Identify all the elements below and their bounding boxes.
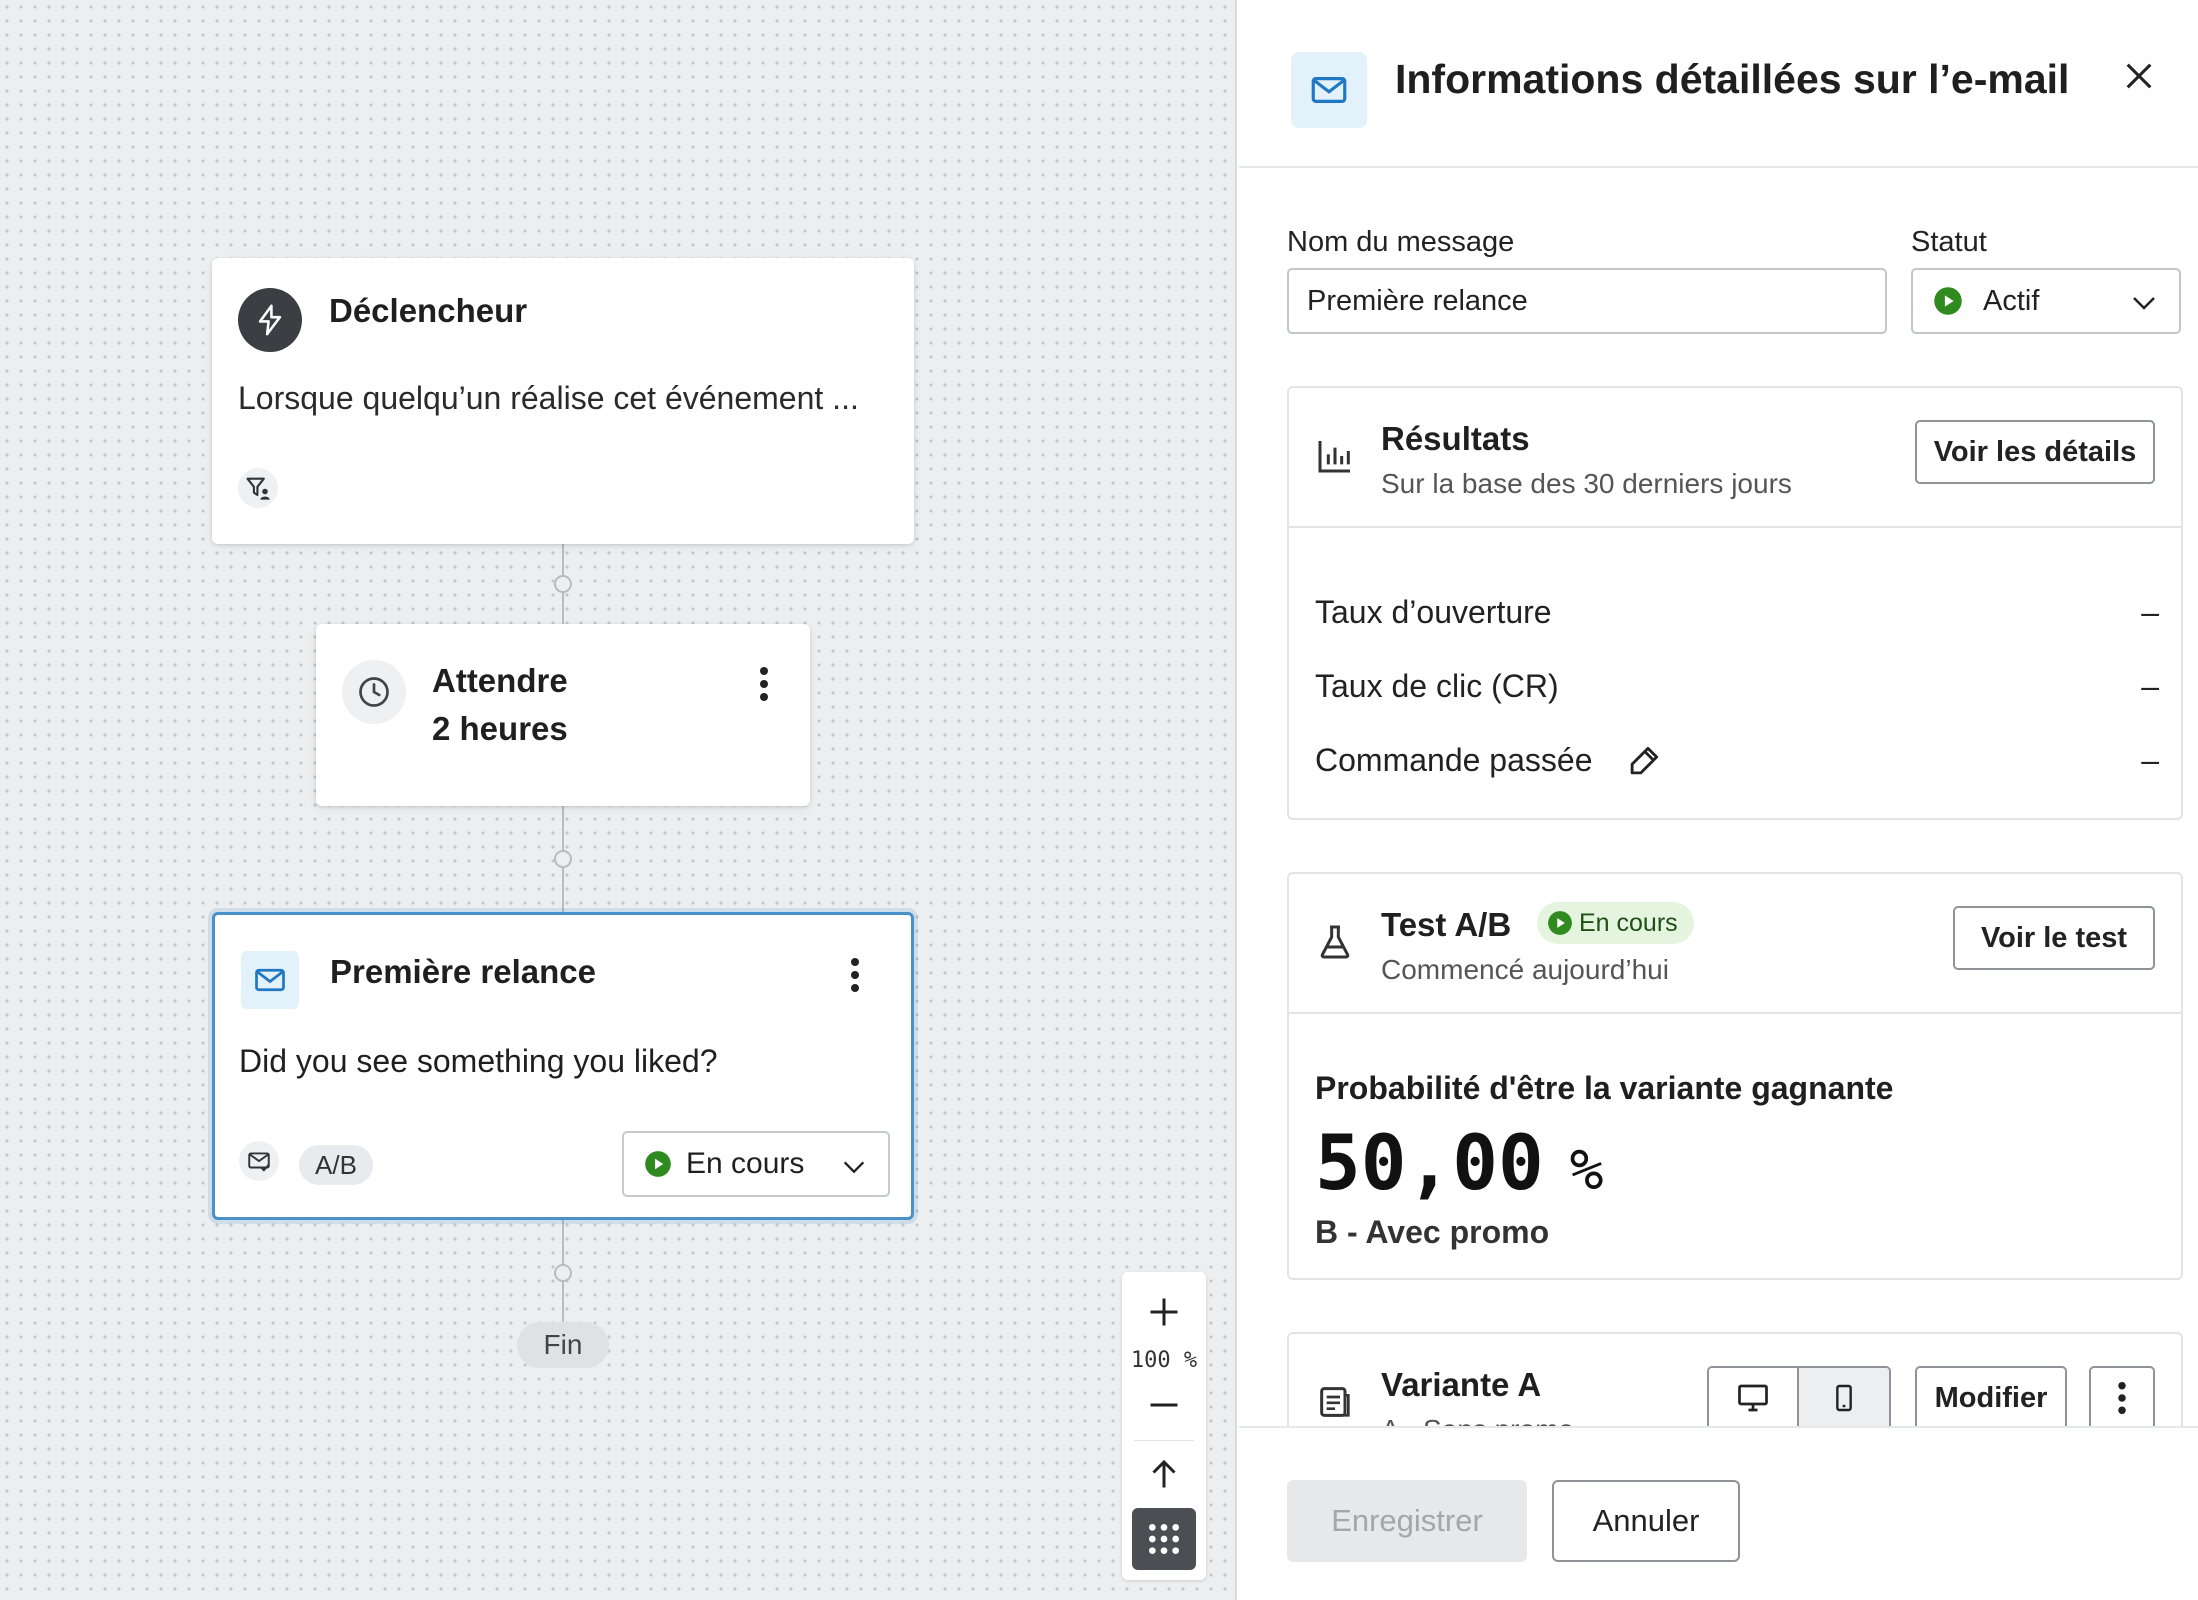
results-header: Résultats Sur la base des 30 derniers jo… (1289, 388, 2181, 528)
minus-icon (1150, 1403, 1178, 1407)
save-button[interactable]: Enregistrer (1287, 1480, 1527, 1562)
ab-badge: A/B (299, 1145, 373, 1185)
message-name-label: Nom du message (1287, 226, 1515, 258)
minimap-toggle-button[interactable] (1132, 1508, 1196, 1570)
chevron-down-icon (2133, 297, 2155, 310)
zoom-level: 100 % (1130, 1348, 1198, 1373)
view-details-button[interactable]: Voir les détails (1915, 420, 2155, 484)
variant-a-clip: Variante A A - Sans promo Modifier (1239, 1330, 2198, 1426)
email-title: Première relance (330, 953, 597, 990)
metric-value: – (2141, 742, 2159, 778)
add-step-node[interactable] (554, 575, 572, 593)
lightning-icon (238, 288, 302, 352)
message-name-input[interactable]: Première relance (1287, 268, 1887, 334)
pencil-icon[interactable] (1625, 742, 1663, 780)
variant-a-subtitle: A - Sans promo (1381, 1414, 1574, 1426)
modify-button[interactable]: Modifier (1915, 1366, 2067, 1426)
divider (1134, 1440, 1194, 1441)
status-value: Actif (1983, 285, 2040, 317)
probability-value: 50,00 (1315, 1118, 1544, 1207)
results-title: Résultats (1381, 420, 1530, 457)
workflow-canvas[interactable]: Déclencheur Lorsque quelqu’un réalise ce… (0, 0, 1237, 1600)
probability-unit: % (1569, 1138, 1604, 1203)
more-vertical-icon[interactable] (849, 957, 861, 998)
close-button[interactable] (2119, 56, 2159, 96)
email-subject: Did you see something you liked? (239, 1043, 718, 1079)
probability-value-row: 50,00 % (1315, 1118, 1604, 1207)
desktop-icon (1738, 1384, 1768, 1412)
mail-check-icon (239, 1141, 279, 1181)
panel-title: Informations détaillées sur l’e-mail (1395, 56, 2070, 102)
variant-a-section: Variante A A - Sans promo Modifier (1287, 1332, 2183, 1426)
play-status-icon (645, 1151, 671, 1177)
trigger-title: Déclencheur (329, 292, 528, 329)
view-test-button[interactable]: Voir le test (1953, 906, 2155, 970)
metric-order-placed: Commande passée – (1315, 742, 2159, 779)
metric-open-rate: Taux d’ouverture – (1315, 594, 2159, 631)
metric-click-rate: Taux de clic (CR) – (1315, 668, 2159, 705)
mobile-icon (1836, 1384, 1852, 1412)
ab-test-title: Test A/B (1381, 906, 1512, 943)
close-icon (2126, 63, 2152, 89)
metric-label: Taux d’ouverture (1315, 594, 1552, 630)
chevron-down-icon (843, 1161, 865, 1174)
wait-duration: 2 heures (432, 710, 568, 747)
results-section: Résultats Sur la base des 30 derniers jo… (1287, 386, 2183, 820)
bar-chart-icon (1315, 436, 1355, 481)
probability-label: Probabilité d'être la variante gagnante (1315, 1070, 1894, 1106)
scroll-top-button[interactable] (1122, 1446, 1206, 1502)
document-icon (1315, 1382, 1355, 1426)
more-vertical-icon[interactable] (758, 666, 770, 707)
preview-toggle (1707, 1366, 1891, 1426)
email-details-panel: Informations détaillées sur l’e-mail Nom… (1239, 0, 2198, 1600)
results-subtitle: Sur la base des 30 derniers jours (1381, 468, 1792, 499)
trigger-card[interactable]: Déclencheur Lorsque quelqu’un réalise ce… (212, 258, 914, 544)
play-status-icon (1934, 287, 1962, 315)
ab-test-section: Test A/B En cours Commencé aujourd’hui V… (1287, 872, 2183, 1280)
metric-value: – (2141, 668, 2159, 704)
variant-more-button[interactable] (2089, 1366, 2155, 1426)
envelope-icon (1291, 52, 1367, 128)
ab-test-header: Test A/B En cours Commencé aujourd’hui V… (1289, 874, 2181, 1014)
filter-person-icon[interactable] (238, 468, 278, 508)
arrow-up-icon (1152, 1459, 1176, 1488)
wait-title: Attendre (432, 662, 568, 699)
email-card[interactable]: Première relance Did you see something y… (212, 912, 914, 1220)
zoom-controls: 100 % (1122, 1272, 1206, 1580)
panel-footer: Enregistrer Annuler (1239, 1426, 2198, 1600)
more-vertical-icon (2118, 1381, 2126, 1415)
metric-label: Taux de clic (CR) (1315, 668, 1559, 704)
flask-icon (1315, 922, 1355, 967)
ab-test-subtitle: Commencé aujourd’hui (1381, 954, 1669, 985)
cancel-button[interactable]: Annuler (1552, 1480, 1740, 1562)
ab-test-badge-label: En cours (1579, 908, 1678, 937)
status-select[interactable]: Actif (1911, 268, 2181, 334)
end-node: Fin (517, 1322, 609, 1368)
email-status-label: En cours (686, 1147, 805, 1180)
play-status-icon (1548, 911, 1572, 935)
leading-variant: B - Avec promo (1315, 1214, 1550, 1250)
metric-label: Commande passée (1315, 742, 1593, 778)
panel-header: Informations détaillées sur l’e-mail (1239, 0, 2198, 168)
plus-icon (1150, 1298, 1178, 1326)
metric-value: – (2141, 594, 2159, 630)
trigger-description: Lorsque quelqu’un réalise cet événement … (238, 380, 859, 416)
wait-card[interactable]: Attendre 2 heures (316, 624, 810, 806)
envelope-icon (241, 951, 299, 1009)
variant-a-title: Variante A (1381, 1366, 1542, 1403)
email-status-select[interactable]: En cours (622, 1131, 890, 1197)
zoom-out-button[interactable] (1122, 1382, 1206, 1428)
add-step-node[interactable] (554, 850, 572, 868)
status-label: Statut (1911, 226, 1987, 258)
add-step-node[interactable] (554, 1264, 572, 1282)
ab-test-status-badge: En cours (1537, 902, 1694, 944)
mobile-preview-button[interactable] (1799, 1368, 1889, 1426)
dot-grid-icon (1149, 1524, 1179, 1554)
zoom-in-button[interactable] (1122, 1284, 1206, 1340)
clock-icon (342, 660, 406, 724)
desktop-preview-button[interactable] (1709, 1368, 1799, 1426)
